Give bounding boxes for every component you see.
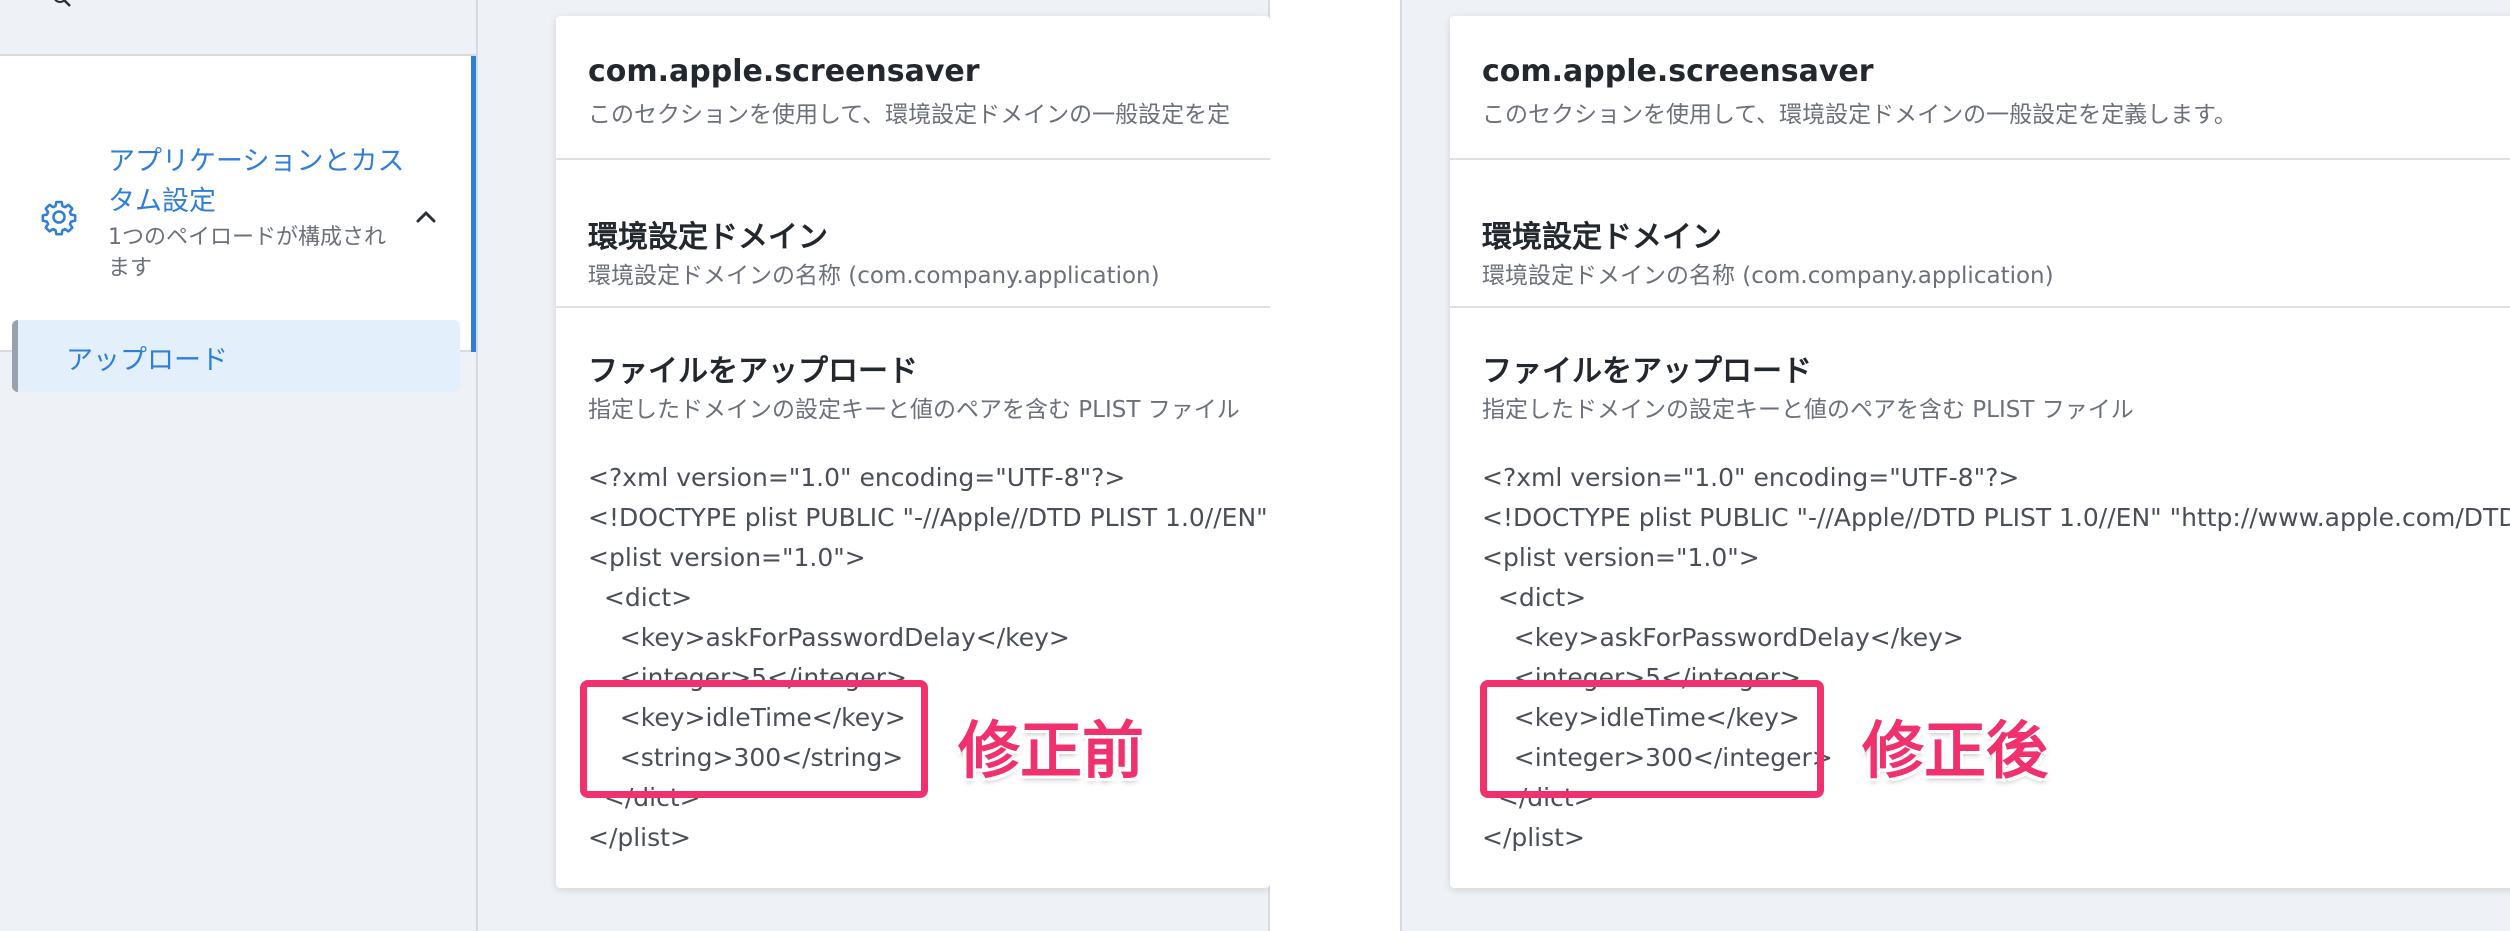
sidebar-item-label: アップロード	[66, 345, 228, 376]
annotation-after: 修正後	[1862, 714, 2049, 787]
preference-domain-description: 環境設定ドメインの名称 (com.company.application)	[1482, 263, 2054, 289]
sidebar-header	[0, 0, 476, 56]
section-active-indicator	[471, 56, 476, 352]
highlight-box-before	[580, 680, 928, 798]
sidebar-item-upload[interactable]: アップロード	[12, 320, 460, 392]
annotation-before: 修正前	[958, 714, 1145, 787]
domain-description: このセクションを使用して、環境設定ドメインの一般設定を定義します。	[1482, 102, 2237, 128]
preference-domain-title: 環境設定ドメイン	[1482, 220, 1722, 255]
preference-domain-title: 環境設定ドメイン	[588, 220, 828, 255]
divider-gap	[1270, 0, 1400, 931]
gear-icon	[41, 200, 77, 236]
plist-code: <?xml version="1.0" encoding="UTF-8"?> <…	[1482, 463, 2510, 852]
upload-file-description: 指定したドメインの設定キーと値のペアを含む PLIST ファイル	[1482, 397, 2134, 423]
preference-domain-row[interactable]: 環境設定ドメイン 環境設定ドメインの名称 (com.company.applic…	[556, 160, 1270, 308]
domain-description: このセクションを使用して、環境設定ドメインの一般設定を定	[588, 102, 1231, 128]
upload-file-title: ファイルをアップロード	[1482, 354, 1812, 389]
preference-domain-description: 環境設定ドメインの名称 (com.company.application)	[588, 263, 1160, 289]
payload-section-app-custom-settings[interactable]: アプリケーションとカスタム設定 1つのペイロードが構成されます アップロード	[0, 56, 476, 392]
chevron-up-icon[interactable]	[413, 206, 439, 228]
upload-file-description: 指定したドメインの設定キーと値のペアを含む PLIST ファイル	[588, 397, 1240, 423]
preference-domain-row[interactable]: 環境設定ドメイン 環境設定ドメインの名称 (com.company.applic…	[1450, 160, 2510, 308]
highlight-box-after	[1480, 680, 1824, 798]
section-title[interactable]: アプリケーションとカスタム設定	[108, 142, 408, 222]
domain-title: com.apple.screensaver	[588, 54, 980, 89]
plist-code: <?xml version="1.0" encoding="UTF-8"?> <…	[588, 463, 1268, 852]
sidebar: アプリケーションとカスタム設定 1つのペイロードが構成されます アップロード	[0, 0, 478, 931]
domain-title: com.apple.screensaver	[1482, 54, 1874, 89]
search-icon[interactable]	[52, 0, 72, 8]
upload-file-title: ファイルをアップロード	[588, 354, 918, 389]
domain-row: com.apple.screensaver このセクションを使用して、環境設定ド…	[556, 16, 1270, 160]
section-subtitle: 1つのペイロードが構成されます	[108, 225, 386, 281]
domain-row: com.apple.screensaver このセクションを使用して、環境設定ド…	[1450, 16, 2510, 160]
